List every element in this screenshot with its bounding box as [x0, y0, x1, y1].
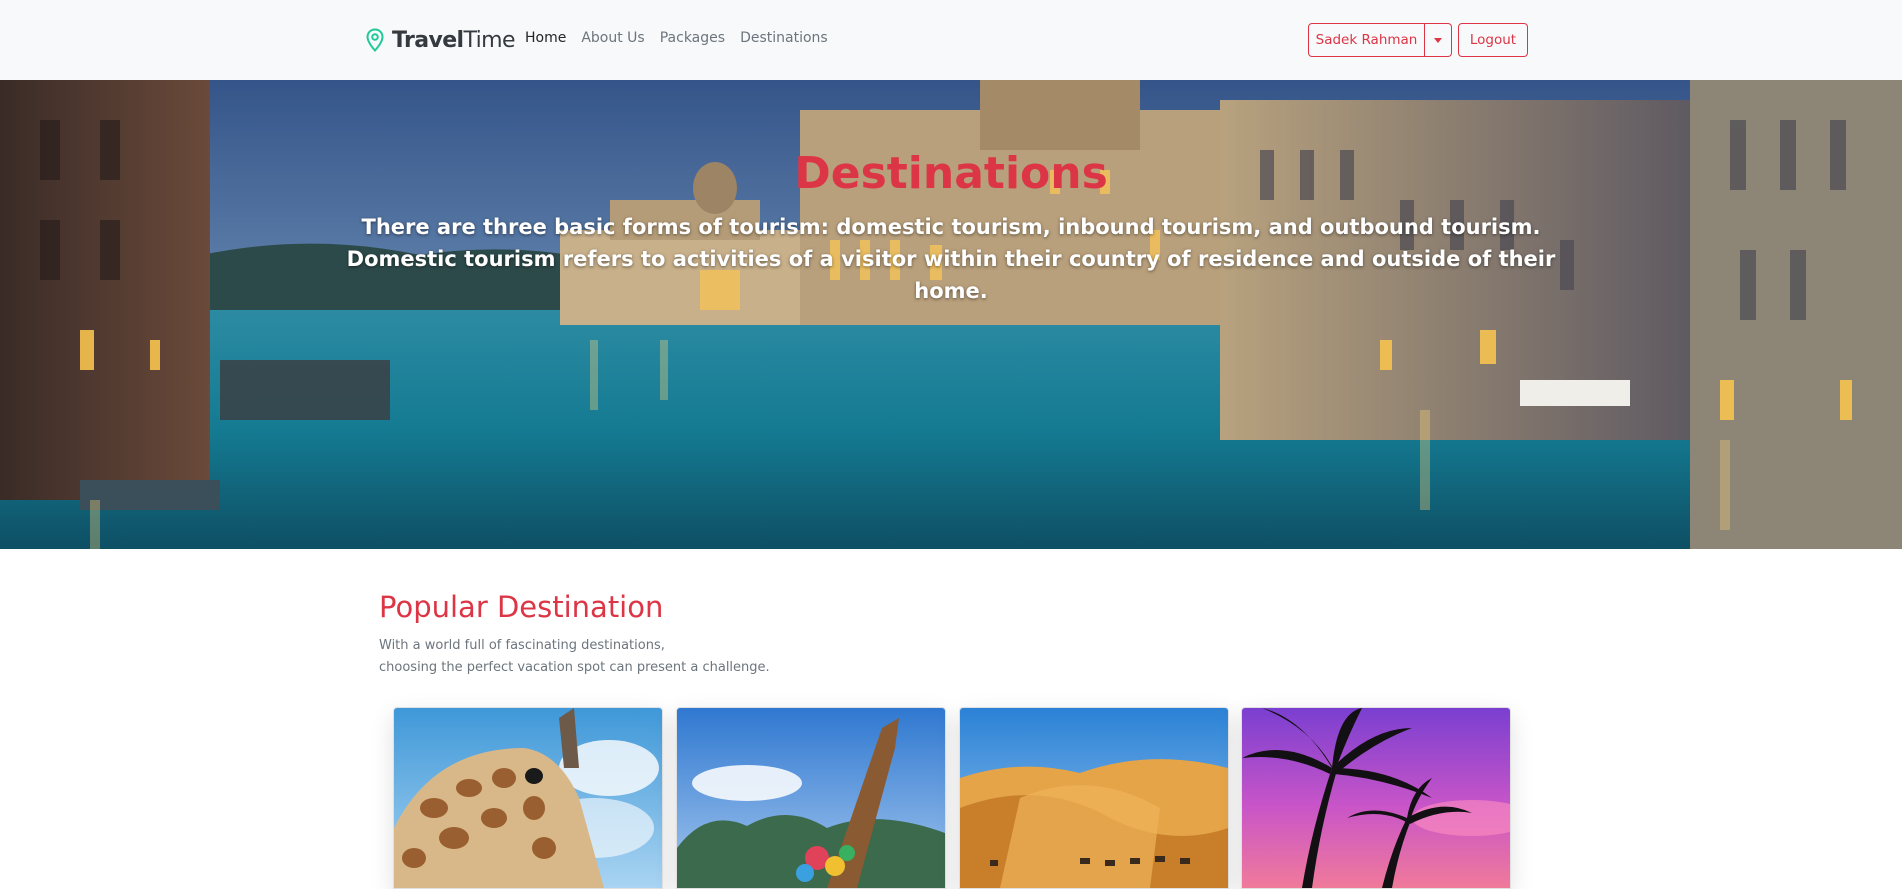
subtitle-line-1: With a world full of fascinating destina…: [379, 638, 665, 653]
destination-card-palm-sunset[interactable]: [1241, 707, 1511, 889]
user-menu: Sadek Rahman: [1308, 23, 1452, 57]
hero-description-line-1: There are three basic forms of tourism: …: [361, 215, 1541, 239]
destination-card-giraffe[interactable]: [393, 707, 663, 889]
user-name-button[interactable]: Sadek Rahman: [1308, 23, 1425, 57]
destination-card-desert[interactable]: [959, 707, 1229, 889]
giraffe-image: [394, 708, 662, 888]
hero-description: There are three basic forms of tourism: …: [310, 211, 1592, 307]
popular-destination-heading: Popular Destination: [379, 590, 664, 624]
caret-down-icon: [1434, 37, 1442, 43]
nav-link-about-us[interactable]: About Us: [581, 30, 644, 46]
brand-name: TravelTime: [392, 27, 516, 53]
palm-sunset-image: [1242, 708, 1510, 888]
top-navbar: TravelTime Home About Us Packages Destin…: [0, 0, 1902, 80]
island-boat-image: [677, 708, 945, 888]
main-nav: Home About Us Packages Destinations: [525, 30, 828, 46]
user-dropdown-toggle[interactable]: [1425, 23, 1452, 57]
nav-link-home[interactable]: Home: [525, 30, 566, 46]
nav-link-packages[interactable]: Packages: [660, 30, 725, 46]
destination-cards: [393, 707, 1511, 889]
hero-description-line-2: Domestic tourism refers to activities of…: [346, 247, 1556, 303]
map-pin-icon: [366, 28, 384, 52]
destination-card-island-boat[interactable]: [676, 707, 946, 889]
hero-banner: Destinations There are three basic forms…: [0, 80, 1902, 549]
subtitle-line-2: choosing the perfect vacation spot can p…: [379, 660, 770, 675]
logout-button[interactable]: Logout: [1458, 23, 1528, 57]
hero-title: Destinations: [794, 148, 1108, 199]
popular-destination-subtitle: With a world full of fascinating destina…: [379, 635, 879, 679]
brand-logo[interactable]: TravelTime: [366, 24, 516, 56]
nav-link-destinations[interactable]: Destinations: [740, 30, 828, 46]
desert-image: [960, 708, 1228, 888]
